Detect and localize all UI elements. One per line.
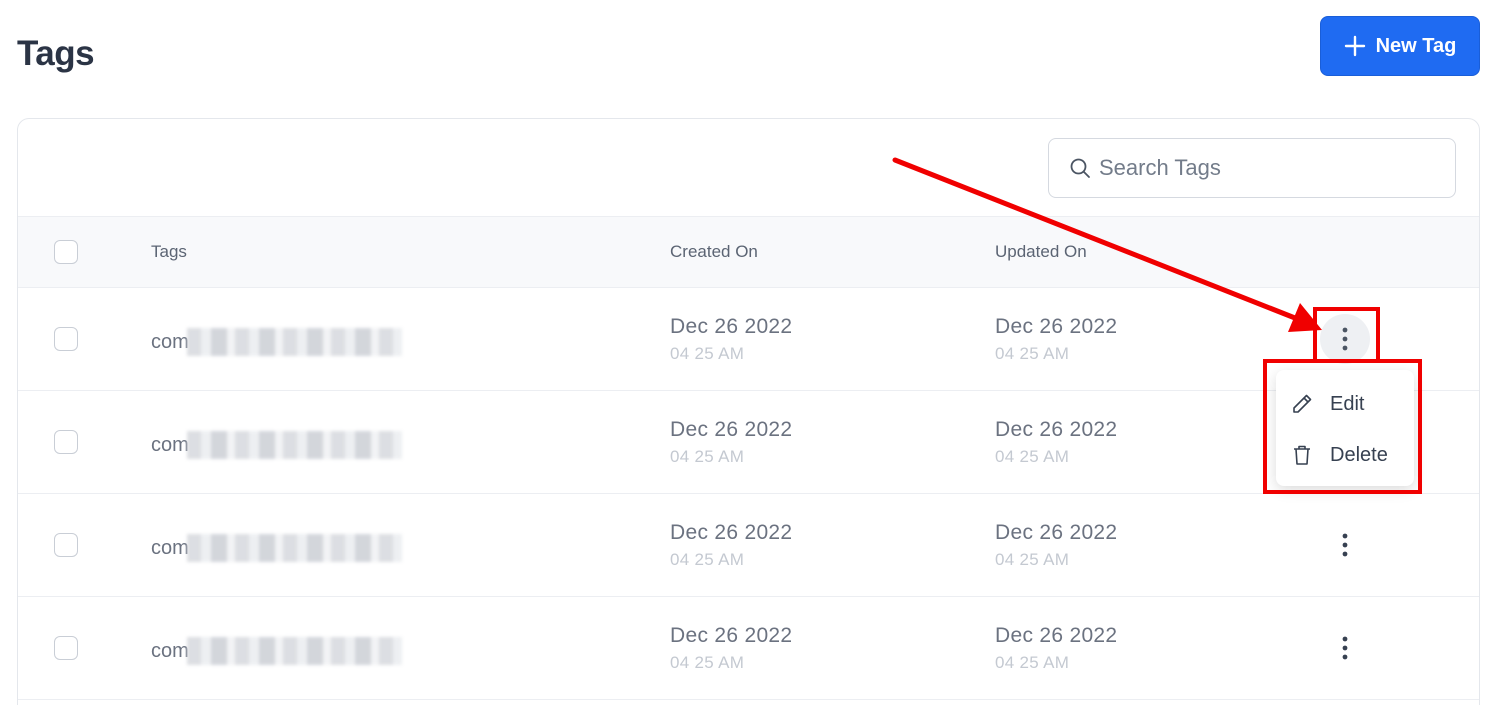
annotation-highlight-menu xyxy=(1263,359,1422,494)
row-actions-button[interactable] xyxy=(1320,520,1370,570)
created-date: Dec 26 2022 xyxy=(670,624,793,647)
updated-date: Dec 26 2022 xyxy=(995,315,1118,338)
table-row[interactable]: com Dec 26 2022 04 25 AM Dec 26 2022 04 … xyxy=(18,288,1479,391)
table-row[interactable]: com Dec 26 2022 04 25 AM Dec 26 2022 04 … xyxy=(18,494,1479,597)
created-time: 04 25 AM xyxy=(670,344,745,363)
kebab-icon xyxy=(1342,533,1348,557)
column-header-tags: Tags xyxy=(151,242,187,261)
search-input[interactable] xyxy=(1099,155,1439,181)
tag-name: com xyxy=(151,534,402,562)
updated-date: Dec 26 2022 xyxy=(995,521,1118,544)
column-header-updated-on: Updated On xyxy=(995,242,1087,261)
search-box[interactable] xyxy=(1048,138,1456,198)
redacted-text xyxy=(186,328,402,356)
new-tag-button[interactable]: New Tag xyxy=(1320,16,1480,76)
created-date: Dec 26 2022 xyxy=(670,521,793,544)
created-time: 04 25 AM xyxy=(670,447,745,466)
new-tag-label: New Tag xyxy=(1375,34,1457,57)
table-row[interactable]: com Dec 26 2022 04 25 AM Dec 26 2022 04 … xyxy=(18,391,1479,494)
created-time: 04 25 AM xyxy=(670,550,745,569)
row-checkbox[interactable] xyxy=(54,636,78,660)
row-checkbox[interactable] xyxy=(54,430,78,454)
redacted-text xyxy=(186,534,402,562)
updated-time: 04 25 AM xyxy=(995,447,1070,466)
row-actions-button[interactable] xyxy=(1320,623,1370,673)
table-header: Tags Created On Updated On xyxy=(18,216,1479,288)
table-row[interactable]: com Dec 26 2022 04 25 AM Dec 26 2022 04 … xyxy=(18,597,1479,700)
kebab-icon xyxy=(1342,636,1348,660)
created-time: 04 25 AM xyxy=(670,653,745,672)
redacted-text xyxy=(186,637,402,665)
created-date: Dec 26 2022 xyxy=(670,418,793,441)
updated-time: 04 25 AM xyxy=(995,550,1070,569)
tag-name: com xyxy=(151,637,402,665)
row-checkbox[interactable] xyxy=(54,327,78,351)
redacted-text xyxy=(186,431,402,459)
select-all-checkbox[interactable] xyxy=(54,240,78,264)
updated-time: 04 25 AM xyxy=(995,653,1070,672)
updated-time: 04 25 AM xyxy=(995,344,1070,363)
created-date: Dec 26 2022 xyxy=(670,315,793,338)
updated-date: Dec 26 2022 xyxy=(995,624,1118,647)
column-header-created-on: Created On xyxy=(670,242,758,261)
tag-name: com xyxy=(151,328,402,356)
tag-name: com xyxy=(151,431,402,459)
updated-date: Dec 26 2022 xyxy=(995,418,1118,441)
tags-table-card: Tags Created On Updated On com Dec 26 20… xyxy=(17,118,1480,705)
page-title: Tags xyxy=(17,34,95,73)
plus-icon xyxy=(1344,35,1365,57)
search-icon xyxy=(1070,158,1090,178)
row-checkbox[interactable] xyxy=(54,533,78,557)
annotation-highlight-kebab xyxy=(1313,307,1380,363)
